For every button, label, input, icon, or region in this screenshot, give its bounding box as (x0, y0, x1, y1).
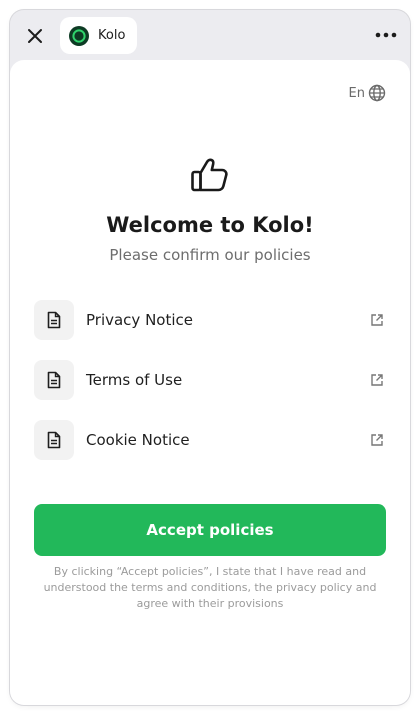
document-icon (47, 311, 61, 329)
close-button[interactable] (22, 23, 48, 49)
language-selector[interactable]: En (349, 84, 386, 102)
policy-item-cookie-notice[interactable]: Cookie Notice (34, 420, 386, 460)
page-subtitle: Please confirm our policies (109, 246, 311, 264)
tab-label: Kolo (98, 28, 126, 43)
external-link-icon (371, 374, 383, 386)
document-icon (47, 371, 61, 389)
language-code: En (348, 85, 365, 101)
policy-label: Privacy Notice (86, 311, 193, 329)
more-options-button[interactable] (374, 25, 398, 45)
content-panel: En Welcome to Kolo! Please confirm our p… (10, 60, 410, 705)
external-link-icon (371, 314, 383, 326)
globe-icon (368, 84, 386, 102)
policy-icon-box (34, 360, 74, 400)
external-link-icon (371, 434, 383, 446)
policy-label: Cookie Notice (86, 431, 190, 449)
policy-icon-box (34, 420, 74, 460)
accept-policies-button[interactable]: Accept policies (34, 504, 386, 556)
top-bar: Kolo (10, 10, 410, 60)
kolo-logo-icon (69, 25, 89, 46)
page-title: Welcome to Kolo! (106, 213, 314, 237)
policy-icon-box (34, 300, 74, 340)
thumbs-up-icon (191, 158, 228, 192)
consent-disclaimer: By clicking “Accept policies”, I state t… (43, 565, 377, 610)
tab-kolo[interactable]: Kolo (60, 17, 137, 54)
mini-app-window: Kolo En Welcome to Kolo! Please confirm … (10, 10, 410, 705)
policy-item-terms-of-use[interactable]: Terms of Use (34, 360, 386, 400)
close-icon (28, 29, 42, 43)
document-icon (47, 431, 61, 449)
more-horizontal-icon (375, 32, 397, 38)
policy-label: Terms of Use (86, 371, 183, 389)
policy-item-privacy-notice[interactable]: Privacy Notice (34, 300, 386, 340)
